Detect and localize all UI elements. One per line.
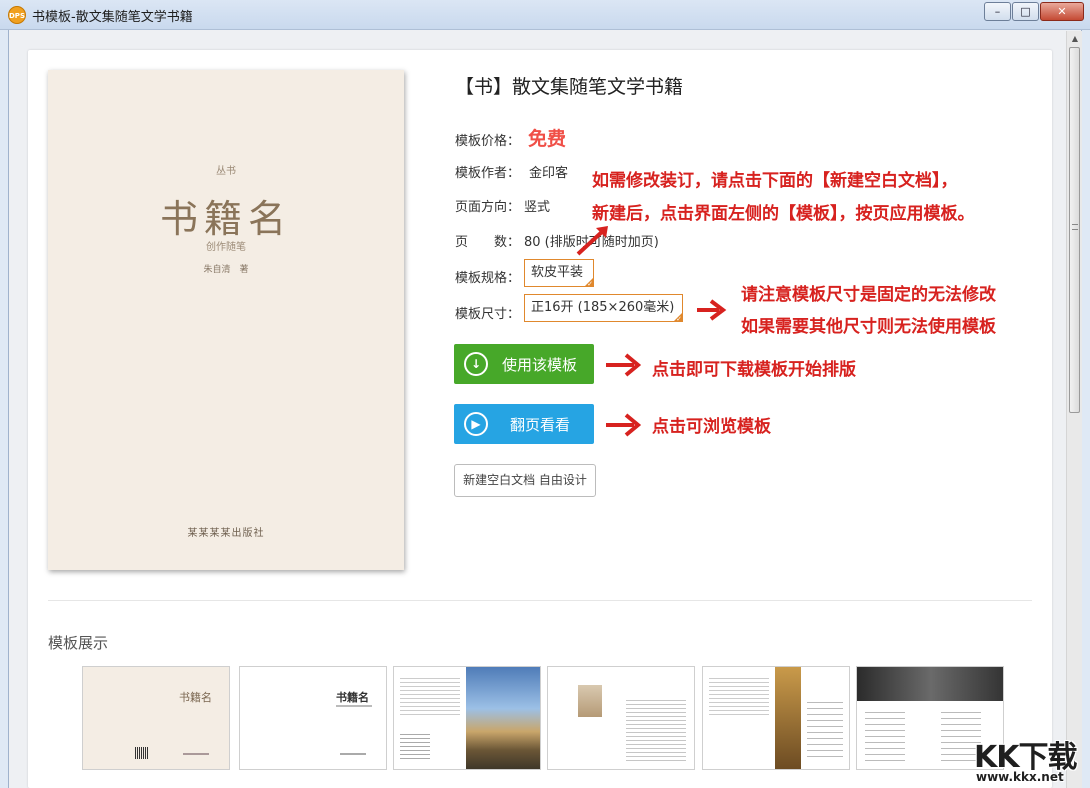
scroll-thumb[interactable] [1069, 47, 1080, 413]
gallery-thumbnail[interactable] [702, 666, 850, 770]
grip-icon [1072, 224, 1078, 230]
window-controls: – □ ✕ [984, 2, 1084, 21]
book-cover-preview: 丛书 书籍名 创作随笔 朱自清 著 某某某某出版社 [48, 70, 404, 570]
play-icon: ▶ [464, 412, 488, 436]
window-title: 书模板-散文集随笔文学书籍 [32, 10, 193, 25]
annotation-binding-2: 新建后，点击界面左侧的【模板】，按页应用模板。 [592, 204, 975, 224]
author-value: 金印客 [529, 166, 569, 181]
flip-preview-button[interactable]: ▶ 翻页看看 [454, 404, 594, 444]
author-label: 模板作者： [455, 166, 521, 181]
spec-option[interactable]: 软皮平装 ✓ [524, 259, 594, 288]
thumbnail-text-block [400, 731, 430, 761]
gallery-thumbnail[interactable]: 书籍名 [82, 666, 230, 770]
annotation-flip: 点击可浏览模板 [652, 417, 771, 437]
orientation-value: 竖式 [524, 200, 551, 215]
price-value: 免费 [528, 128, 567, 150]
pages-label: 页 数： [455, 235, 521, 250]
use-template-label: 使用该模板 [502, 356, 578, 374]
bridge-photo [466, 667, 540, 769]
gallery-title: 模板展示 [48, 634, 109, 652]
watermark: KK下载 www.kkx.net [968, 732, 1086, 788]
size-option[interactable]: 正16开 (185×260毫米) ✓ [524, 294, 683, 323]
cover-title: 书籍名 [159, 197, 292, 241]
thumbnail-photo [578, 685, 602, 717]
cover-author: 朱自清 著 [203, 265, 249, 275]
thumbnail-line [336, 705, 372, 707]
spec-value: 软皮平装 [531, 265, 584, 280]
thumbnail-text-block [865, 707, 905, 763]
check-icon: ✓ [676, 315, 682, 323]
minimize-button[interactable]: – [984, 2, 1011, 21]
annotation-size-1: 请注意模板尺寸是固定的无法修改 [741, 285, 996, 305]
price-label: 模板价格： [455, 134, 521, 149]
annotation-use: 点击即可下载模板开始排版 [652, 360, 856, 380]
use-template-button[interactable]: ↓ 使用该模板 [454, 344, 594, 384]
check-icon: ✓ [587, 280, 593, 288]
thumbnail-text-block [807, 697, 843, 761]
size-label: 模板尺寸： [455, 307, 521, 322]
new-blank-document-button[interactable]: 新建空白文档 自由设计 [454, 464, 596, 497]
right-arrow-icon [606, 413, 642, 437]
flip-preview-label: 翻页看看 [510, 416, 571, 434]
cover-publisher: 某某某某出版社 [187, 528, 265, 539]
annotation-binding-1: 如需修改装订，请点击下面的【新建空白文档】， [592, 171, 958, 191]
cover-subtitle: 创作随笔 [206, 242, 246, 253]
orientation-label: 页面方向： [455, 200, 521, 215]
watermark-url: www.kkx.net [976, 770, 1064, 784]
gallery-thumbnail[interactable] [393, 666, 541, 770]
close-button[interactable]: ✕ [1040, 2, 1084, 21]
gallery-thumbnail[interactable] [547, 666, 695, 770]
scroll-up-arrow-icon[interactable]: ▲ [1067, 31, 1083, 47]
thumbnail-title: 书籍名 [336, 691, 369, 704]
thumbnail-text-block [709, 675, 769, 715]
download-icon: ↓ [464, 352, 488, 376]
template-title: 【书】散文集随笔文学书籍 [455, 76, 684, 98]
thumbnail-photo [775, 667, 801, 769]
right-arrow-icon [697, 299, 727, 321]
gallery-thumbnail[interactable]: 书籍名 [239, 666, 387, 770]
window-titlebar: DPS 书模板-散文集随笔文学书籍 – □ ✕ [0, 0, 1090, 30]
thumbnail-line [340, 753, 366, 755]
maximize-button[interactable]: □ [1012, 2, 1039, 21]
vertical-scrollbar[interactable]: ▲ [1066, 31, 1082, 788]
thumbnail-photo [857, 667, 1003, 701]
thumbnail-text-block [626, 697, 686, 761]
spec-label: 模板规格： [455, 271, 521, 286]
thumbnail-title: 书籍名 [179, 691, 212, 704]
barcode-icon [135, 747, 149, 759]
cover-series: 丛书 [216, 166, 236, 177]
diagonal-arrow-icon [576, 226, 608, 256]
size-value: 正16开 (185×260毫米) [531, 300, 675, 315]
annotation-size-2: 如果需要其他尺寸则无法使用模板 [741, 317, 996, 337]
app-logo-icon: DPS [8, 6, 26, 24]
thumbnail-text-block [400, 675, 460, 715]
thumbnail-line [183, 753, 209, 755]
right-arrow-icon [606, 353, 642, 377]
section-divider [48, 600, 1032, 601]
